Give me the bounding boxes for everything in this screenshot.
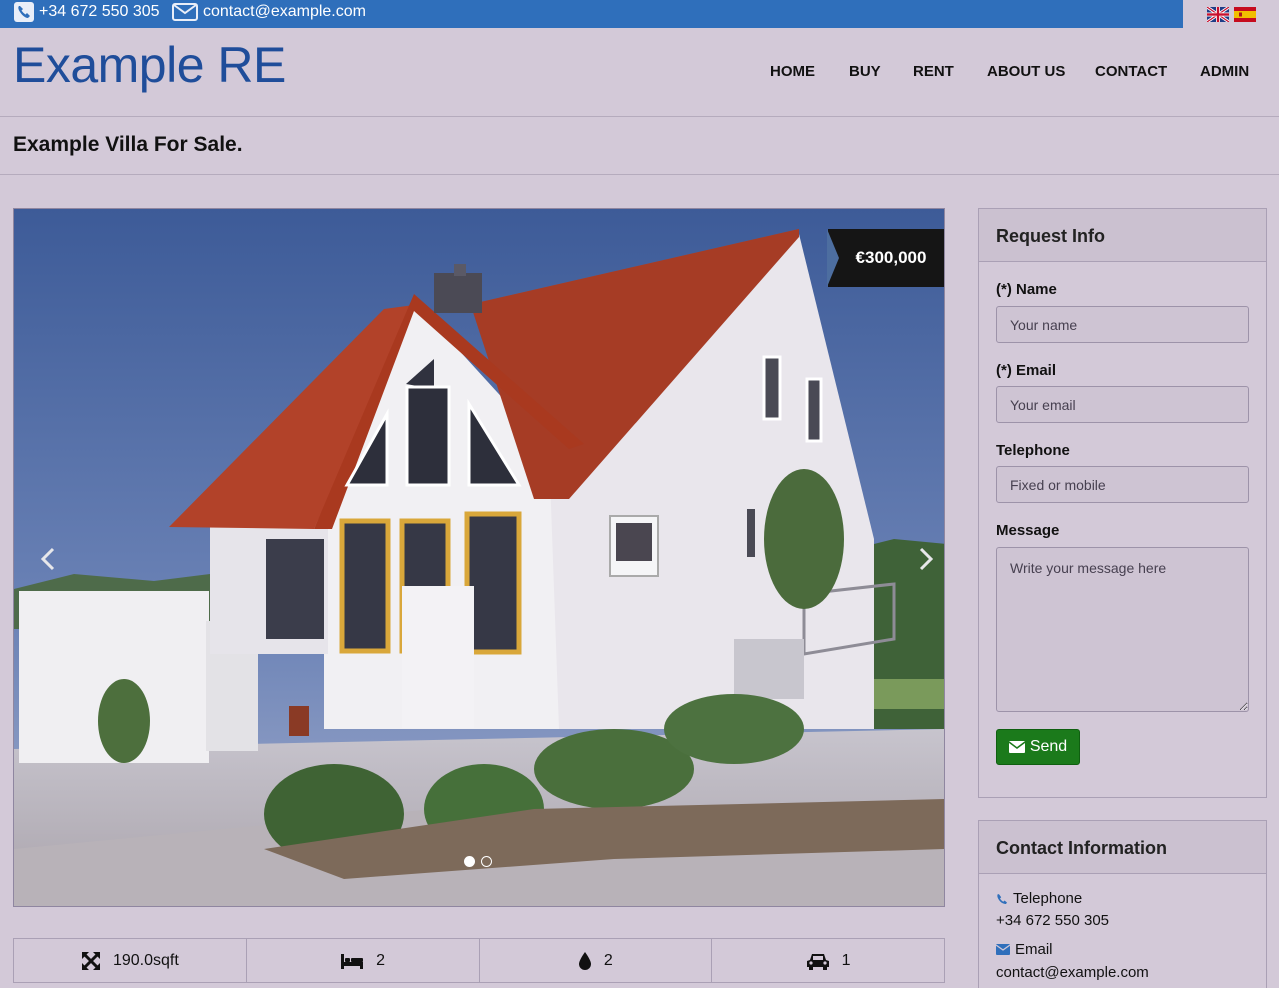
bed-icon [341,953,364,969]
carousel-prev-button[interactable] [34,544,64,574]
price-tag: €300,000 [827,229,944,287]
email-label: (*) Email [996,362,1057,379]
email-input[interactable] [996,386,1249,423]
chevron-right-icon [919,547,934,571]
request-info-heading: Request Info [979,209,1266,262]
nav-contact[interactable]: CONTACT [1095,63,1167,80]
page-title: Example Villa For Sale. [13,133,243,156]
message-label: Message [996,522,1060,539]
expand-arrows-icon [81,951,101,970]
contact-telephone-value[interactable]: +34 672 550 305 [996,912,1109,929]
envelope-icon [1008,741,1025,753]
feature-parking: 1 [712,939,944,982]
property-photo-carousel[interactable]: €300,000 [13,208,945,907]
uk-flag-icon[interactable] [1206,6,1229,22]
feature-area: 190.0sqft [14,939,247,982]
phone-icon [14,2,34,22]
telephone-label: Telephone [996,442,1070,459]
header-divider [0,116,1279,117]
contact-telephone-label: Telephone [1013,890,1083,907]
phone-icon [997,893,1007,904]
carousel-next-button[interactable] [910,544,940,574]
name-input[interactable] [996,306,1249,343]
carousel-dot-1[interactable] [464,856,475,867]
nav-home[interactable]: HOME [770,63,815,80]
envelope-icon [172,3,198,21]
nav-rent[interactable]: RENT [913,63,954,80]
contact-email-value[interactable]: contact@example.com [996,964,1149,981]
feature-bedrooms-value: 2 [376,951,386,969]
nav-buy[interactable]: BUY [849,63,881,80]
topbar-email-text: contact@example.com [203,3,366,20]
name-label: (*) Name [996,281,1057,298]
site-logo[interactable]: Example RE [13,36,286,94]
telephone-input[interactable] [996,466,1249,503]
contact-telephone-label-row: Telephone [996,890,1082,907]
contact-email-label-row: Email [996,941,1053,958]
feature-bedrooms: 2 [247,939,480,982]
water-drop-icon [578,951,591,970]
feature-parking-value: 1 [841,951,851,969]
topbar-phone-text: +34 672 550 305 [39,3,160,20]
spain-flag-icon[interactable] [1233,6,1256,22]
send-button[interactable]: Send [996,729,1080,765]
feature-bathrooms-value: 2 [603,951,613,969]
chevron-left-icon [40,547,55,571]
send-button-label: Send [1029,738,1068,755]
property-features: 190.0sqft 2 2 1 [13,938,945,983]
nav-admin[interactable]: ADMIN [1200,63,1249,80]
carousel-dot-2[interactable] [481,856,492,867]
contact-email-label: Email [1015,941,1053,958]
language-switcher [1183,0,1279,28]
carousel-indicators [464,856,492,867]
top-bar: +34 672 550 305 contact@example.com [0,0,1279,28]
title-divider [0,174,1279,175]
nav-about-us[interactable]: ABOUT US [987,63,1065,80]
house-photo [14,209,944,906]
topbar-phone[interactable]: +34 672 550 305 [14,1,160,23]
topbar-email[interactable]: contact@example.com [172,1,366,23]
message-textarea[interactable] [996,547,1249,712]
contact-info-panel: Contact Information Telephone +34 672 55… [978,820,1267,988]
request-info-panel: Request Info (*) Name (*) Email Telephon… [978,208,1267,798]
contact-info-heading: Contact Information [979,821,1266,874]
feature-area-value: 190.0sqft [112,951,179,969]
car-icon [806,953,829,970]
feature-bathrooms: 2 [480,939,713,982]
envelope-icon [996,944,1010,955]
